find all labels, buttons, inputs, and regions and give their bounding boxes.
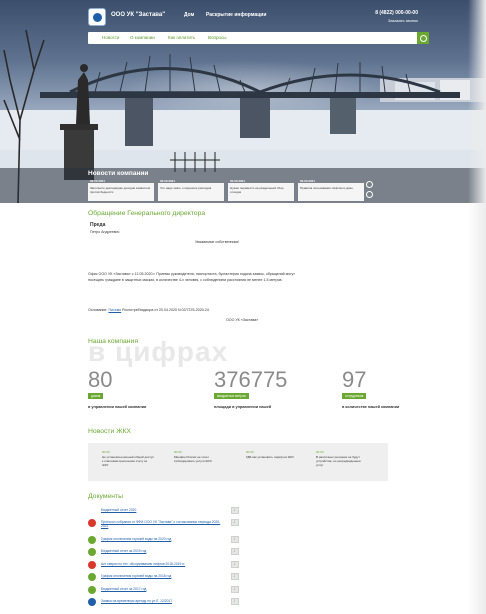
zhkh-text: Минфин России не хочет субсидировать усл…	[174, 455, 212, 464]
zhkh-news-item[interactable]: 00.00 Минфин России не хочет субсидирова…	[174, 450, 226, 463]
download-icon[interactable]	[231, 586, 239, 593]
zhkh-news-item[interactable]: 00.00 Не установлен вечный общий доступ …	[102, 450, 154, 468]
zhkh-news-panel: 00.00 Не установлен вечный общий доступ …	[88, 443, 388, 481]
download-icon[interactable]	[231, 507, 239, 514]
download-icon[interactable]	[231, 573, 239, 580]
document-row[interactable]: Акт сверки по тех. обслуживанию лифтов 2…	[88, 561, 248, 570]
document-link[interactable]: Бюджетный отчет за 2017 год	[101, 587, 146, 591]
bridge-scene-image	[0, 29, 486, 203]
callback-link[interactable]: Заказать звонок	[388, 18, 418, 23]
stats-heading: Наша компания	[88, 338, 139, 345]
news-card[interactable]: 00.00.2021 Заполните декларацию доходов …	[88, 179, 154, 201]
director-patronymic: Петро Андреевич	[90, 230, 120, 234]
download-icon[interactable]	[231, 536, 239, 543]
hero-banner: ООО УК "Застава" Дом Раскрытие информаци…	[0, 0, 486, 203]
basis-prefix: Основание:	[88, 308, 109, 312]
document-row[interactable]: График отключения горячей воды на 2020 г…	[88, 536, 248, 545]
menu-item-payment[interactable]: Как оплатить	[168, 35, 195, 40]
zhkh-news-item[interactable]: 00.00 ГДБ как установить тариф на ЖКУ	[246, 450, 298, 459]
document-row[interactable]: График отключения горячей воды на 2018 г…	[88, 573, 248, 582]
zhkh-news-item[interactable]: 00.00 В различных регионах не будут устр…	[316, 450, 368, 468]
document-link[interactable]: Акт сверки по тех. обслуживанию лифтов 2…	[101, 562, 185, 566]
news-date: 00.00.2021	[230, 179, 246, 183]
stat-number: 97	[342, 367, 367, 392]
document-row[interactable]: Заявка на временную аренду по ул.Л. 12/2…	[88, 598, 248, 607]
director-signature: ООО УК «Застава»	[226, 318, 259, 322]
nav-link-disclosure[interactable]: Раскрытие информации	[206, 12, 266, 18]
stat-description: в управлении нашей компании	[88, 405, 147, 409]
document-row[interactable]: Бюджетный отчет за 2017 год	[88, 586, 248, 595]
top-bar: ООО УК "Застава" Дом Раскрытие информаци…	[88, 8, 418, 28]
download-icon[interactable]	[231, 598, 239, 605]
news-card[interactable]: 00.00.2021 Нужно перевести на раздельный…	[228, 179, 294, 201]
carousel-up-arrow-icon[interactable]	[366, 181, 373, 188]
document-link[interactable]: Протокол собрания от ФФИ ООО УК "Застава…	[101, 520, 221, 528]
stat-badge: квадратных метров	[214, 393, 249, 399]
news-card[interactable]: 00.00.2021 Что надо знать о переносе рас…	[158, 179, 224, 201]
news-card[interactable]: 00.00.2021 Правила пользования лифтом в …	[298, 179, 364, 201]
stat-number: 376775	[214, 367, 288, 392]
document-link[interactable]: График отключения горячей воды на 2018 г…	[101, 574, 171, 578]
document-link[interactable]: Заявка на временную аренду по ул.Л. 12/2…	[101, 599, 172, 603]
page-edge-shadow	[468, 0, 486, 614]
documents-heading: Документы	[88, 493, 124, 500]
download-icon[interactable]	[231, 548, 239, 555]
pdf-file-icon	[88, 561, 96, 569]
doc-file-icon	[88, 598, 96, 606]
director-body-line: Офис ООО УК «Застава» с 12.05.2020 г. Пр…	[88, 272, 295, 276]
director-heading: Обращение Генерального директора	[88, 210, 206, 217]
xls-file-icon	[88, 586, 96, 594]
zhkh-date: 00.00	[174, 450, 182, 454]
stat-number: 80	[88, 367, 113, 392]
xls-file-icon	[88, 573, 96, 581]
document-row[interactable]: Бюджетный отчет 2020	[88, 507, 248, 516]
document-link[interactable]: Бюджетный отчет за 2019 год	[101, 549, 146, 553]
carousel-down-arrow-icon[interactable]	[366, 191, 373, 198]
pdf-file-icon	[88, 519, 96, 527]
news-date: 00.00.2021	[160, 179, 176, 183]
director-greeting: Уважаемые собственники!	[195, 240, 240, 244]
news-text: Правила пользования лифтом в доме	[300, 186, 353, 190]
stat-description: в количестве нашей компании	[342, 405, 400, 409]
director-body-line: посещать граждане в защитных масках, в к…	[88, 278, 283, 282]
news-section-title: Новости компании	[88, 170, 149, 177]
nav-link-home[interactable]: Дом	[184, 12, 194, 18]
menu-item-news[interactable]: Новости	[102, 35, 119, 40]
company-name[interactable]: ООО УК "Застава"	[111, 12, 165, 18]
news-text: Нужно перевести на раздельный сбор отход…	[230, 186, 284, 194]
zhkh-date: 00.00	[316, 450, 324, 454]
stat-description: площади в управлении нашей	[214, 405, 272, 409]
xls-file-icon	[88, 536, 96, 544]
main-menu: Новости О компании Как оплатить Вопросы	[88, 32, 429, 44]
basis-letter-link[interactable]: Письмо	[108, 308, 121, 312]
company-logo[interactable]	[88, 8, 106, 26]
download-icon[interactable]	[231, 561, 239, 568]
menu-item-about[interactable]: О компании	[130, 35, 155, 40]
news-date: 00.00.2021	[300, 179, 316, 183]
menu-item-questions[interactable]: Вопросы	[208, 35, 226, 40]
zhkh-text: В различных регионах не будут устройства…	[316, 455, 361, 468]
document-link[interactable]: График отключения горячей воды на 2020 г…	[101, 537, 171, 541]
news-text: Заполните декларацию доходов заявителя п…	[90, 186, 151, 194]
stat-badge: сотрудников	[342, 393, 367, 399]
phone-number[interactable]: 8 (4822) 000-00-00	[375, 10, 418, 16]
download-icon[interactable]	[231, 519, 239, 526]
news-text: Что надо знать о переносе расходов	[160, 186, 212, 190]
basis-rest: Роспотребнадзора от 20.04.2020 N 02/7376…	[121, 308, 209, 312]
document-link[interactable]: Бюджетный отчет 2020	[101, 508, 136, 512]
xls-file-icon	[88, 548, 96, 556]
search-icon[interactable]	[417, 32, 429, 44]
zhkh-heading: Новости ЖКХ	[88, 428, 131, 435]
director-name: Преда	[90, 222, 106, 228]
news-date: 00.00.2021	[90, 179, 106, 183]
zhkh-date: 00.00	[102, 450, 110, 454]
document-row[interactable]: Бюджетный отчет за 2019 год	[88, 548, 248, 557]
zhkh-text: ГДБ как установить тариф на ЖКУ	[246, 455, 295, 459]
stat-badge: домов	[88, 393, 104, 399]
document-row[interactable]: Протокол собрания от ФФИ ООО УК "Застава…	[88, 519, 248, 528]
zhkh-date: 00.00	[246, 450, 254, 454]
director-basis: Основание: Письмо Роспотребнадзора от 20…	[88, 308, 209, 312]
zhkh-text: Не установлен вечный общий доступ к плат…	[102, 455, 154, 468]
